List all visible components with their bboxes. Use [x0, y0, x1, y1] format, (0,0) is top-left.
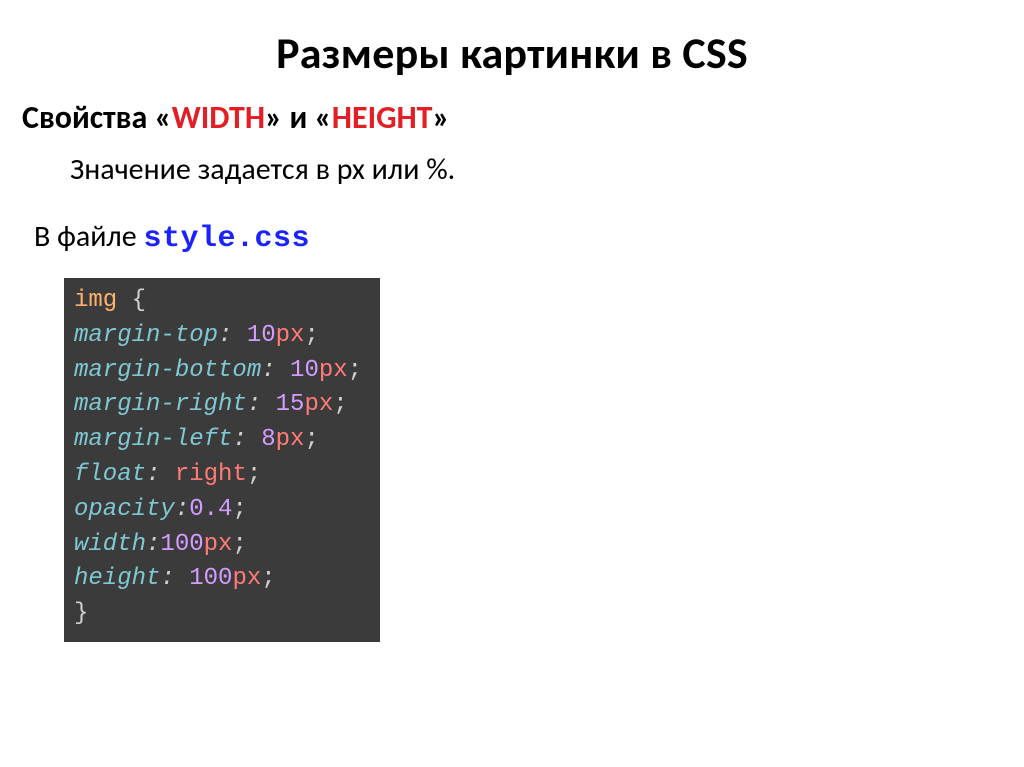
unit-px: px: [319, 357, 348, 384]
file-name: style.css: [143, 222, 310, 256]
unit-px: px: [276, 426, 305, 453]
space: [175, 565, 189, 592]
code-line-9: height: 100px;: [74, 562, 362, 597]
colon: :: [232, 426, 246, 453]
semicolon: ;: [261, 565, 275, 592]
prop-margin-bottom: margin-bottom: [74, 357, 261, 384]
code-line-1: img {: [74, 284, 362, 319]
file-line-pre: В файле: [34, 218, 143, 255]
colon: :: [146, 531, 160, 558]
code-line-4: margin-right: 15px;: [74, 388, 362, 423]
slide-subtitle: Свойства «WIDTH» и «HEIGHT»: [22, 98, 1002, 137]
colon: :: [218, 322, 232, 349]
space: [160, 461, 174, 488]
prop-float: float: [74, 461, 146, 488]
semicolon: ;: [304, 322, 318, 349]
colon: :: [160, 565, 174, 592]
semicolon: ;: [247, 461, 261, 488]
code-line-6: float: right;: [74, 458, 362, 493]
unit-px: px: [232, 565, 261, 592]
value-100: 100: [160, 531, 203, 558]
brace-open: {: [117, 287, 146, 314]
value-8: 8: [261, 426, 275, 453]
code-line-7: opacity:0.4;: [74, 493, 362, 528]
value-right: right: [175, 461, 247, 488]
code-line-8: width:100px;: [74, 528, 362, 563]
colon: :: [146, 461, 160, 488]
semicolon: ;: [333, 391, 347, 418]
prop-height: height: [74, 565, 160, 592]
value-15: 15: [276, 391, 305, 418]
colon: :: [175, 496, 189, 523]
colon: :: [261, 357, 275, 384]
semicolon: ;: [232, 531, 246, 558]
unit-px: px: [304, 391, 333, 418]
subtitle-post: »: [433, 98, 450, 137]
space: [261, 391, 275, 418]
prop-margin-right: margin-right: [74, 391, 247, 418]
value-0-4: 0.4: [189, 496, 232, 523]
brace-close: }: [74, 600, 88, 627]
description-text: Значение задается в px или %.: [70, 151, 1002, 188]
slide-title: Размеры картинки в CSS: [22, 26, 1002, 80]
code-line-5: margin-left: 8px;: [74, 423, 362, 458]
code-block: img { margin-top: 10px; margin-bottom: 1…: [64, 278, 380, 642]
code-line-2: margin-top: 10px;: [74, 319, 362, 354]
subtitle-mid: » и «: [265, 98, 332, 137]
prop-margin-left: margin-left: [74, 426, 232, 453]
prop-margin-top: margin-top: [74, 322, 218, 349]
code-line-3: margin-bottom: 10px;: [74, 354, 362, 389]
unit-px: px: [276, 322, 305, 349]
value-10: 10: [290, 357, 319, 384]
value-10: 10: [247, 322, 276, 349]
space: [276, 357, 290, 384]
code-line-10: }: [74, 597, 362, 632]
semicolon: ;: [348, 357, 362, 384]
slide: Размеры картинки в CSS Свойства «WIDTH» …: [0, 0, 1024, 642]
space: [232, 322, 246, 349]
semicolon: ;: [304, 426, 318, 453]
file-line: В файле style.css: [34, 218, 1002, 256]
prop-opacity: opacity: [74, 496, 175, 523]
space: [247, 426, 261, 453]
subtitle-keyword-width: WIDTH: [172, 98, 265, 137]
value-100: 100: [189, 565, 232, 592]
subtitle-keyword-height: HEIGHT: [332, 98, 433, 137]
prop-width: width: [74, 531, 146, 558]
unit-px: px: [204, 531, 233, 558]
semicolon: ;: [232, 496, 246, 523]
subtitle-pre: Свойства «: [22, 98, 172, 137]
selector-img: img: [74, 287, 117, 314]
colon: :: [247, 391, 261, 418]
